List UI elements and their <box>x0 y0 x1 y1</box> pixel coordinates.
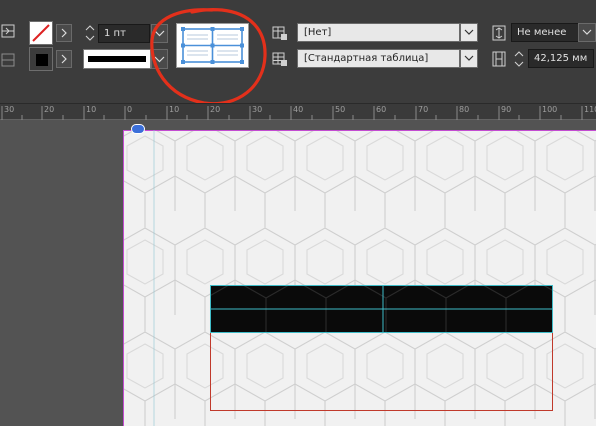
row-height-value-field[interactable]: 42,125 мм <box>528 49 594 68</box>
cell-style-dropdown-button[interactable] <box>460 23 478 42</box>
stroke-weight-stepper[interactable] <box>83 23 97 43</box>
ruler-label: 20 <box>44 105 55 114</box>
fill-swatch-menu-button[interactable] <box>56 50 72 68</box>
cell-split-icon[interactable] <box>0 22 18 40</box>
table-style-dropdown-button[interactable] <box>460 49 478 68</box>
ruler-label: 80 <box>459 105 470 114</box>
ruler-label: 10 <box>86 105 97 114</box>
cell-style-dropdown[interactable]: [Нет] <box>297 23 460 42</box>
ruler-label: 20 <box>210 105 221 114</box>
document-page[interactable] <box>123 124 596 426</box>
row-height-fixed-icon <box>491 50 507 68</box>
ruler-label: 70 <box>418 105 429 114</box>
ruler-label: 40 <box>293 105 304 114</box>
row-height-mode-dropdown-button[interactable] <box>578 23 596 42</box>
ruler-label: 10 <box>169 105 180 114</box>
control-panel: 1 пт [Нет] [Стандартная таблица] Не мене… <box>0 0 596 106</box>
ruler-label: 60 <box>376 105 387 114</box>
ruler-label: 30 <box>252 105 263 114</box>
table-style-dropdown[interactable]: [Стандартная таблица] <box>297 49 460 68</box>
ruler-label: 0 <box>127 105 133 114</box>
row-height-stepper[interactable] <box>512 49 526 69</box>
stroke-none-icon[interactable] <box>29 21 53 45</box>
cell-style-icon <box>271 24 289 42</box>
table-style-icon <box>271 50 289 68</box>
fill-black-icon[interactable] <box>29 47 53 71</box>
table-header-rows[interactable] <box>210 285 553 333</box>
annotation-circle <box>150 8 267 106</box>
ruler-label: 110 <box>584 105 596 114</box>
ruler-label: 30 <box>4 105 15 114</box>
ruler-label: 50 <box>335 105 346 114</box>
ruler-label: 90 <box>501 105 512 114</box>
ruler-label: 100 <box>542 105 558 114</box>
link-handle-icon[interactable] <box>131 124 145 134</box>
horizontal-ruler: 30 20 10 0 10 20 30 40 50 60 70 80 90 10… <box>0 103 596 121</box>
cell-merge-icon[interactable] <box>0 51 18 69</box>
row-height-icon <box>491 24 507 42</box>
row-height-mode-dropdown[interactable]: Не менее <box>511 23 579 42</box>
stroke-swatch-menu-button[interactable] <box>56 24 72 42</box>
